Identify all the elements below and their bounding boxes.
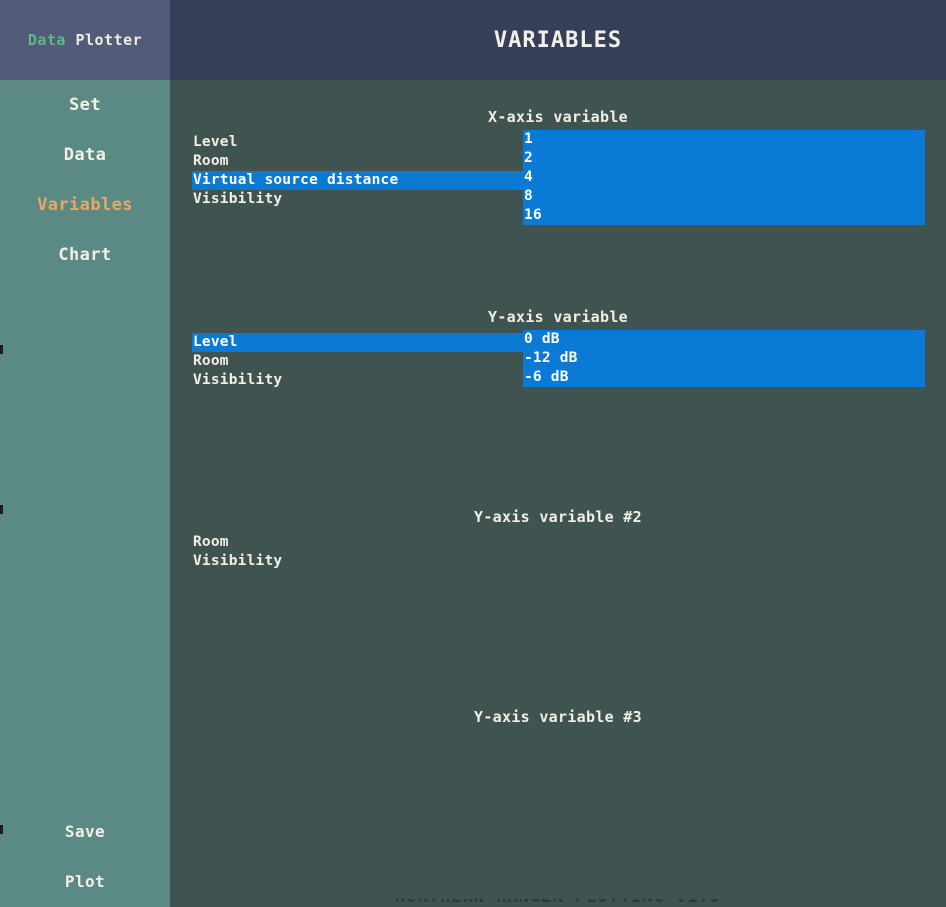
logo-primary-text: Data [27,31,66,49]
option-row[interactable]: Room [192,352,523,371]
app-window: Data Plotter VARIABLES Set Data Variable… [0,0,946,907]
sidebar-item-set[interactable]: Set [0,91,170,119]
save-button[interactable]: Save [0,818,170,844]
logo-panel[interactable]: Data Plotter [0,0,170,80]
option-row[interactable]: Level [192,333,523,352]
sidebar: Set Data Variables Chart Save Plot [0,80,170,907]
option-row[interactable]: Visibility [192,190,523,209]
bottom-clipped-banner: NORTHERN RANGER PLOTTING v1.0 [170,899,946,907]
option-list-x-axis: Level Room Virtual source distance Visib… [192,133,523,209]
main-content: X-axis variable Level Room Virtual sourc… [170,80,946,907]
value-list-y-axis: 0 dB -12 dB -6 dB [523,330,925,387]
option-list-y-axis: Level Room Visibility [192,333,523,390]
option-row[interactable]: Room [192,152,523,171]
option-row[interactable]: Room [192,533,523,552]
section-label-y-axis-3: Y-axis variable #3 [474,708,642,726]
app-logo: Data Plotter [28,31,142,49]
value-list-x-axis: 1 2 4 8 16 [523,130,925,225]
value-row[interactable]: 8 [523,187,925,206]
sidebar-item-data[interactable]: Data [0,141,170,169]
value-row[interactable]: 16 [523,206,925,225]
value-row[interactable]: 4 [523,168,925,187]
option-row[interactable]: Visibility [192,371,523,390]
value-row[interactable]: -6 dB [523,368,925,387]
edge-artifact-1 [0,345,3,354]
value-row[interactable]: 1 [523,130,925,149]
sidebar-item-chart[interactable]: Chart [0,241,170,269]
option-row[interactable]: Visibility [192,552,523,571]
value-row[interactable]: -12 dB [523,349,925,368]
edge-artifact-2 [0,505,3,514]
option-list-y-axis-2: Room Visibility [192,533,523,571]
option-row[interactable]: Virtual source distance [192,171,523,190]
header-bar: Data Plotter VARIABLES [0,0,946,80]
bottom-clipped-text: NORTHERN RANGER PLOTTING v1.0 [170,899,946,907]
edge-artifact-3 [0,825,3,834]
section-label-x-axis: X-axis variable [488,108,628,126]
page-title: VARIABLES [493,27,623,53]
value-row[interactable]: 2 [523,149,925,168]
section-label-y-axis: Y-axis variable [488,308,628,326]
plot-button[interactable]: Plot [0,868,170,894]
option-row[interactable]: Level [192,133,523,152]
value-row[interactable]: 0 dB [523,330,925,349]
section-label-y-axis-2: Y-axis variable #2 [474,508,642,526]
logo-secondary-text: Plotter [75,31,143,49]
sidebar-item-variables[interactable]: Variables [0,191,170,219]
